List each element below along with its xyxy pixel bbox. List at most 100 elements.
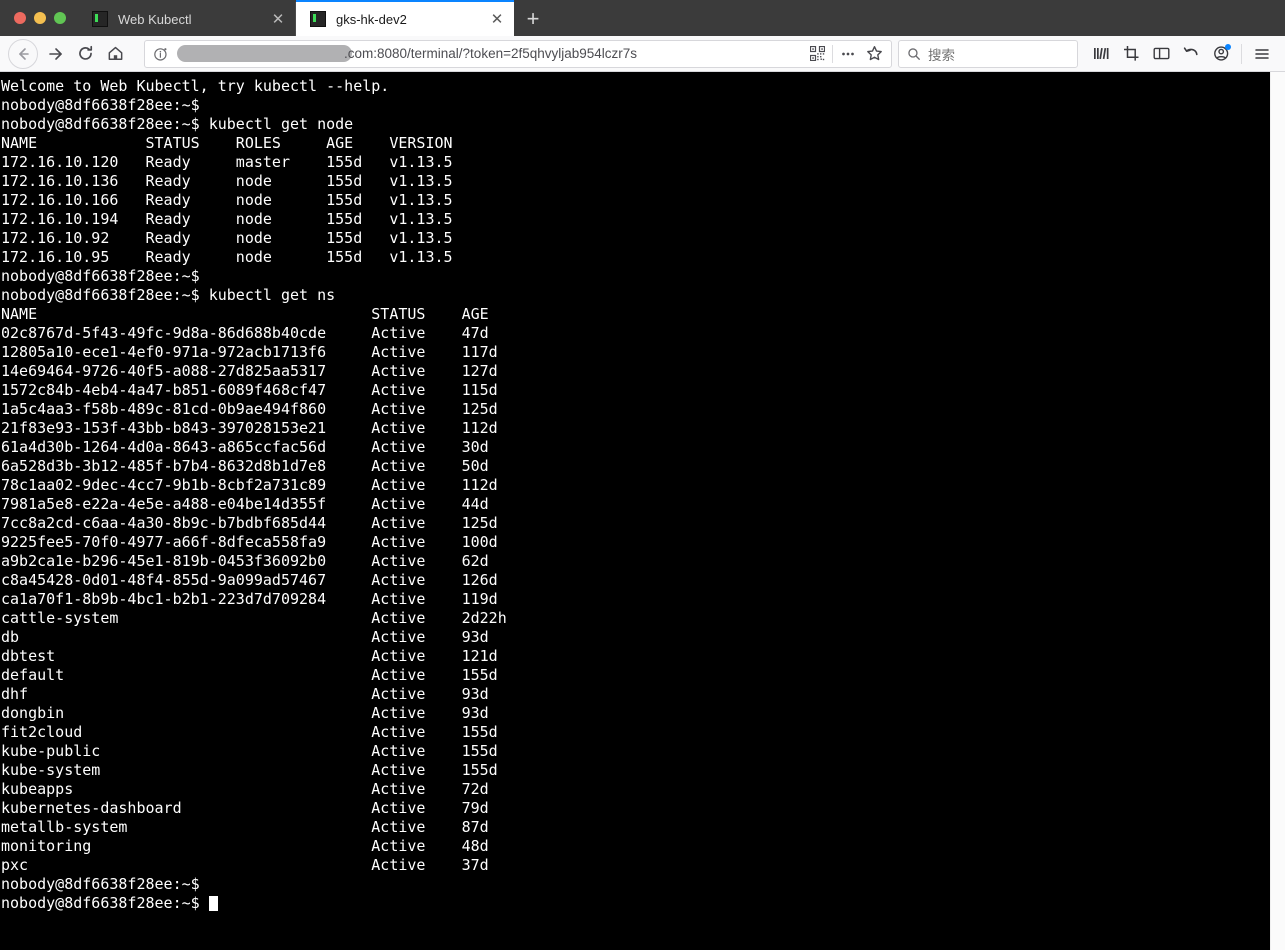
search-placeholder: 搜索 bbox=[928, 47, 955, 63]
terminal-line: 7981a5e8-e22a-4e5e-a488-e04be14d355f Act… bbox=[1, 495, 489, 513]
terminal-line: 78c1aa02-9dec-4cc7-9b1b-8cbf2a731c89 Act… bbox=[1, 476, 498, 494]
terminal-line: db Active 93d bbox=[1, 628, 489, 646]
terminal-line: 12805a10-ece1-4ef0-971a-972acb1713f6 Act… bbox=[1, 343, 498, 361]
toolbar-right-buttons bbox=[1086, 39, 1277, 69]
tab-title: gks-hk-dev2 bbox=[336, 11, 407, 27]
account-button[interactable] bbox=[1206, 39, 1236, 69]
sidebar-button[interactable] bbox=[1146, 39, 1176, 69]
terminal-line: 172.16.10.136 Ready node 155d v1.13.5 bbox=[1, 172, 453, 190]
close-window-button[interactable] bbox=[14, 12, 26, 24]
terminal-line: kube-system Active 155d bbox=[1, 761, 498, 779]
magnifier-glyph bbox=[908, 47, 920, 60]
terminal-line: default Active 155d bbox=[1, 666, 498, 684]
terminal-line: Welcome to Web Kubectl, try kubectl --he… bbox=[1, 77, 390, 95]
qr-code-icon[interactable] bbox=[804, 41, 830, 67]
terminal-line: NAME STATUS ROLES AGE VERSION bbox=[1, 134, 453, 152]
info-circle-icon bbox=[154, 47, 167, 61]
terminal-line: c8a45428-0d01-48f4-855d-9a099ad57467 Act… bbox=[1, 571, 498, 589]
sidebar-icon bbox=[1153, 47, 1170, 60]
minimize-window-button[interactable] bbox=[34, 12, 46, 24]
terminal-line: NAME STATUS AGE bbox=[1, 305, 489, 323]
qr-code-glyph bbox=[809, 46, 825, 61]
tab-gks-hk-dev2[interactable]: gks-hk-dev2 ✕ bbox=[296, 0, 514, 36]
terminal-line: kubeapps Active 72d bbox=[1, 780, 489, 798]
terminal-line: ca1a70f1-8b9b-4bc1-b2b1-223d7d709284 Act… bbox=[1, 590, 498, 608]
url-text: .com:8080/terminal/?token=2f5qhvyljab954… bbox=[344, 46, 638, 61]
account-notification-dot bbox=[1225, 43, 1231, 50]
terminal-line: 172.16.10.166 Ready node 155d v1.13.5 bbox=[1, 191, 453, 209]
url-redaction-blob bbox=[177, 45, 352, 62]
site-info-icon[interactable] bbox=[153, 46, 169, 62]
hamburger-menu-icon bbox=[1255, 48, 1269, 59]
terminal-line: 172.16.10.120 Ready master 155d v1.13.5 bbox=[1, 153, 453, 171]
new-tab-button[interactable]: + bbox=[514, 2, 552, 36]
menu-button[interactable] bbox=[1247, 39, 1277, 69]
window-traffic-lights bbox=[0, 0, 78, 36]
terminal-line: 9225fee5-70f0-4977-a66f-8dfeca558fa9 Act… bbox=[1, 533, 498, 551]
zoom-window-button[interactable] bbox=[54, 12, 66, 24]
terminal-line: 172.16.10.95 Ready node 155d v1.13.5 bbox=[1, 248, 453, 266]
tab-web-kubectl[interactable]: Web Kubectl ✕ bbox=[78, 2, 296, 36]
terminal-line: dbtest Active 121d bbox=[1, 647, 498, 665]
terminal-line: monitoring Active 48d bbox=[1, 837, 489, 855]
close-icon[interactable]: ✕ bbox=[488, 10, 506, 28]
divider bbox=[832, 44, 833, 63]
terminal-line: cattle-system Active 2d22h bbox=[1, 609, 507, 627]
bookmark-button[interactable] bbox=[861, 41, 887, 67]
terminal-line: nobody@8df6638f28ee:~$ kubectl get ns bbox=[1, 286, 336, 304]
divider bbox=[1241, 43, 1242, 64]
terminal-line: nobody@8df6638f28ee:~$ bbox=[1, 894, 1270, 913]
tab-title: Web Kubectl bbox=[118, 11, 192, 27]
crop-icon bbox=[1123, 46, 1138, 61]
page-scrollbar[interactable] bbox=[1270, 72, 1285, 950]
terminal-line: 172.16.10.92 Ready node 155d v1.13.5 bbox=[1, 229, 453, 247]
terminal-line: fit2cloud Active 155d bbox=[1, 723, 498, 741]
terminal-line: nobody@8df6638f28ee:~$ bbox=[1, 96, 200, 114]
reload-button[interactable] bbox=[70, 39, 100, 69]
terminal-icon bbox=[92, 11, 108, 27]
terminal-line: nobody@8df6638f28ee:~$ bbox=[1, 267, 200, 285]
library-icon bbox=[1093, 47, 1108, 60]
home-button[interactable] bbox=[100, 39, 130, 69]
tab-list: Web Kubectl ✕ gks-hk-dev2 ✕ bbox=[78, 0, 514, 36]
terminal-line: kubernetes-dashboard Active 79d bbox=[1, 799, 489, 817]
terminal-icon bbox=[310, 11, 326, 27]
terminal-output[interactable]: Welcome to Web Kubectl, try kubectl --he… bbox=[0, 72, 1270, 950]
terminal-cursor bbox=[208, 896, 218, 911]
terminal-line: a9b2ca1e-b296-45e1-819b-0453f36092b0 Act… bbox=[1, 552, 489, 570]
terminal-line: 7cc8a2cd-c6aa-4a30-8b9c-b7bdbf685d44 Act… bbox=[1, 514, 498, 532]
forward-button[interactable] bbox=[40, 39, 70, 69]
url-bar[interactable]: .com:8080/terminal/?token=2f5qhvyljab954… bbox=[144, 39, 892, 68]
terminal-line: dongbin Active 93d bbox=[1, 704, 489, 722]
back-button[interactable] bbox=[8, 38, 38, 69]
search-bar[interactable]: 搜索 bbox=[898, 39, 1078, 68]
terminal-line: 172.16.10.194 Ready node 155d v1.13.5 bbox=[1, 210, 453, 228]
navigation-toolbar: .com:8080/terminal/?token=2f5qhvyljab954… bbox=[0, 36, 1285, 72]
sync-button[interactable] bbox=[1176, 39, 1206, 69]
url-bar-actions bbox=[804, 41, 887, 67]
undo-arrow-icon bbox=[1183, 46, 1198, 55]
terminal-line: 1a5c4aa3-f58b-489c-81cd-0b9ae494f860 Act… bbox=[1, 400, 498, 418]
terminal-line: nobody@8df6638f28ee:~$ kubectl get node bbox=[1, 115, 354, 133]
reload-icon bbox=[78, 45, 92, 60]
terminal-line: metallb-system Active 87d bbox=[1, 818, 489, 836]
home-icon bbox=[108, 46, 122, 60]
back-arrow-icon bbox=[19, 47, 29, 60]
terminal-line: dhf Active 93d bbox=[1, 685, 489, 703]
url-text-wrap[interactable]: .com:8080/terminal/?token=2f5qhvyljab954… bbox=[175, 45, 804, 62]
terminal-line: 14e69464-9726-40f5-a088-27d825aa5317 Act… bbox=[1, 362, 498, 380]
close-icon[interactable]: ✕ bbox=[269, 10, 287, 28]
terminal-line: nobody@8df6638f28ee:~$ bbox=[1, 875, 200, 893]
page-actions-button[interactable] bbox=[835, 41, 861, 67]
terminal-line: kube-public Active 155d bbox=[1, 742, 498, 760]
tab-strip: Web Kubectl ✕ gks-hk-dev2 ✕ + bbox=[0, 0, 1285, 36]
terminal-line: 1572c84b-4eb4-4a47-b851-6089f468cf47 Act… bbox=[1, 381, 498, 399]
terminal-line: pxc Active 37d bbox=[1, 856, 489, 874]
terminal-line: 61a4d30b-1264-4d0a-8643-a865ccfac56d Act… bbox=[1, 438, 489, 456]
star-icon bbox=[866, 46, 882, 61]
page-content: Welcome to Web Kubectl, try kubectl --he… bbox=[0, 72, 1285, 950]
ellipsis-icon bbox=[842, 52, 854, 55]
library-button[interactable] bbox=[1086, 39, 1116, 69]
search-icon bbox=[907, 47, 921, 61]
screenshot-button[interactable] bbox=[1116, 39, 1146, 69]
